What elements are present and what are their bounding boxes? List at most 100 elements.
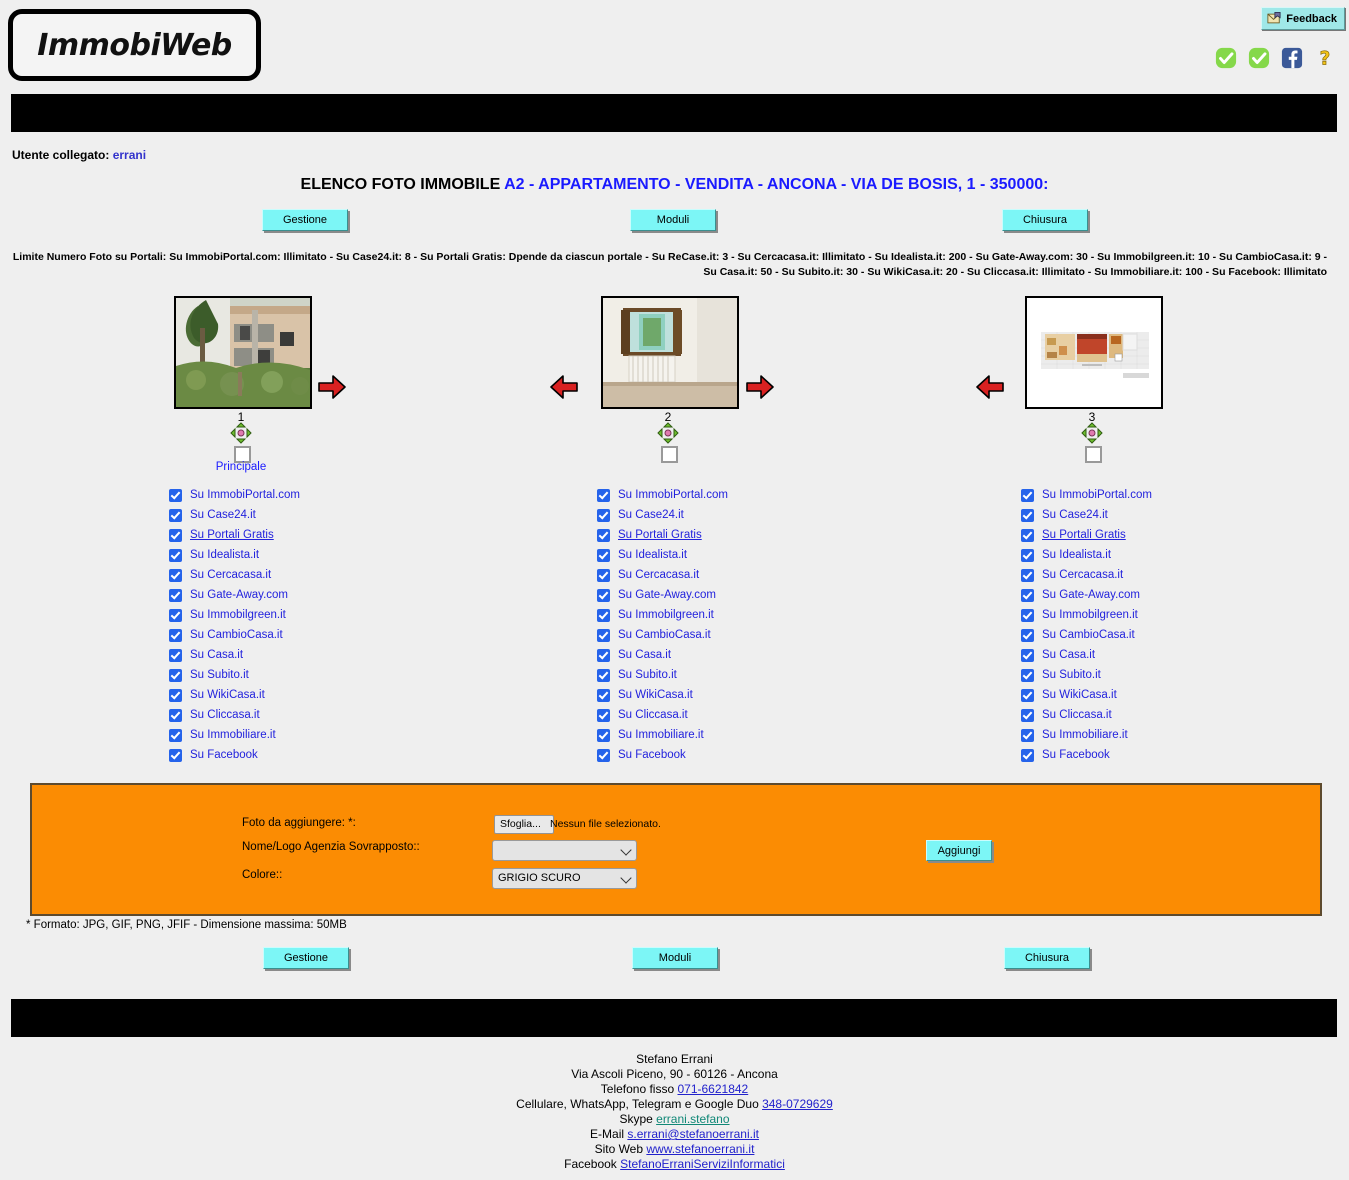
- browse-file-button[interactable]: Sfoglia...: [494, 815, 554, 834]
- portal-checkbox[interactable]: [169, 588, 182, 602]
- portal-checkbox[interactable]: [597, 688, 610, 702]
- portal-checkbox[interactable]: [169, 708, 182, 722]
- move-photo-left-arrow-icon[interactable]: [975, 374, 1005, 400]
- portal-checkbox[interactable]: [597, 568, 610, 582]
- footer-facebook-prefix: Facebook: [564, 1157, 621, 1171]
- footer-skype-prefix: Skype: [619, 1112, 657, 1126]
- footer-mobile-link[interactable]: 348-0729629: [762, 1097, 833, 1111]
- portal-checkbox[interactable]: [1021, 568, 1034, 582]
- portal-checkbox[interactable]: [169, 488, 182, 502]
- portal-checkbox[interactable]: [169, 608, 182, 622]
- portal-checkbox[interactable]: [597, 508, 610, 522]
- green-check-icon[interactable]: [1215, 47, 1237, 69]
- portal-checkbox[interactable]: [169, 728, 182, 742]
- photo-thumb-area: [881, 296, 1311, 416]
- portal-link-label[interactable]: Su Portali Gratis: [190, 529, 274, 541]
- footer-phone-link[interactable]: 071-6621842: [677, 1082, 748, 1096]
- portal-label: Su Cercacasa.it: [1042, 569, 1124, 581]
- portal-row: Su Case24.it: [1021, 505, 1152, 525]
- portal-checkbox[interactable]: [597, 668, 610, 682]
- portal-link-label[interactable]: Su Portali Gratis: [618, 529, 702, 541]
- color-select[interactable]: GRIGIO SCURO: [492, 868, 637, 889]
- portal-link-label[interactable]: Su Portali Gratis: [1042, 529, 1126, 541]
- move-photo-right-arrow-icon[interactable]: [745, 374, 775, 400]
- portal-checkbox[interactable]: [169, 688, 182, 702]
- portal-checkbox[interactable]: [597, 488, 610, 502]
- portal-label: Su Immobiliare.it: [618, 729, 704, 741]
- portal-checkbox[interactable]: [1021, 488, 1034, 502]
- portal-checkbox[interactable]: [1021, 728, 1034, 742]
- green-check-icon[interactable]: [1248, 47, 1270, 69]
- move-handle-icon[interactable]: [1081, 422, 1103, 444]
- portal-checkbox[interactable]: [597, 748, 610, 762]
- portal-checkbox[interactable]: [597, 708, 610, 722]
- portal-checkbox[interactable]: [1021, 588, 1034, 602]
- portal-checkbox[interactable]: [169, 548, 182, 562]
- portal-checkbox[interactable]: [169, 508, 182, 522]
- footer-skype-link[interactable]: errani.stefano: [656, 1112, 729, 1126]
- footer-facebook-link[interactable]: StefanoErraniServiziInformatici: [620, 1157, 785, 1171]
- portal-checkbox[interactable]: [1021, 628, 1034, 642]
- portal-label: Su CambioCasa.it: [190, 629, 283, 641]
- portal-checkbox[interactable]: [597, 728, 610, 742]
- move-photo-right-arrow-icon[interactable]: [317, 374, 347, 400]
- chiusura-button-bottom[interactable]: Chiusura: [1004, 947, 1090, 969]
- feedback-button[interactable]: Feedback: [1261, 7, 1345, 30]
- portal-checkbox[interactable]: [597, 588, 610, 602]
- portal-label: Su Idealista.it: [1042, 549, 1112, 561]
- portal-checkbox[interactable]: [1021, 708, 1034, 722]
- chiusura-button-top[interactable]: Chiusura: [1002, 209, 1088, 231]
- portal-row: Su CambioCasa.it: [1021, 625, 1152, 645]
- portal-checkbox[interactable]: [169, 568, 182, 582]
- portal-checkbox[interactable]: [597, 628, 610, 642]
- photo-thumbnail[interactable]: [1025, 296, 1163, 409]
- gestione-button-top[interactable]: Gestione: [262, 209, 348, 231]
- portal-label: Su Case24.it: [618, 509, 684, 521]
- portal-checkbox[interactable]: [597, 548, 610, 562]
- moduli-button-bottom[interactable]: Moduli: [632, 947, 718, 969]
- logged-user-name[interactable]: errani: [113, 148, 146, 162]
- portal-checkbox[interactable]: [169, 628, 182, 642]
- portal-checkbox[interactable]: [1021, 508, 1034, 522]
- gestione-button-bottom[interactable]: Gestione: [263, 947, 349, 969]
- room-with-window-photo: [603, 298, 737, 407]
- portal-label: Su WikiCasa.it: [190, 689, 265, 701]
- portal-checkbox[interactable]: [1021, 528, 1034, 542]
- footer-site-link[interactable]: www.stefanoerrani.it: [646, 1142, 754, 1156]
- portal-row: Su Immobiliare.it: [1021, 725, 1152, 745]
- portal-checkbox[interactable]: [169, 528, 182, 542]
- portal-checkbox[interactable]: [1021, 668, 1034, 682]
- portal-checkbox[interactable]: [597, 648, 610, 662]
- portal-row: Su CambioCasa.it: [169, 625, 300, 645]
- footer-email-link[interactable]: s.errani@stefanoerrani.it: [627, 1127, 759, 1141]
- aggiungi-button[interactable]: Aggiungi: [926, 840, 992, 861]
- portal-label: Su Facebook: [618, 749, 686, 761]
- agency-logo-select[interactable]: [492, 840, 637, 861]
- portal-checkbox[interactable]: [1021, 648, 1034, 662]
- portal-checkbox[interactable]: [597, 608, 610, 622]
- portal-row: Su Portali Gratis: [1021, 525, 1152, 545]
- principale-checkbox[interactable]: [661, 446, 678, 463]
- facebook-icon[interactable]: [1281, 47, 1303, 69]
- portal-checkbox[interactable]: [1021, 748, 1034, 762]
- portal-checkbox[interactable]: [597, 528, 610, 542]
- portal-label: Su Facebook: [190, 749, 258, 761]
- moduli-button-top[interactable]: Moduli: [630, 209, 716, 231]
- photo-thumbnail[interactable]: [174, 296, 312, 409]
- move-handle-icon[interactable]: [657, 422, 679, 444]
- portal-row: Su Cercacasa.it: [1021, 565, 1152, 585]
- help-question-icon[interactable]: ?: [1314, 47, 1336, 69]
- portal-checkbox[interactable]: [169, 648, 182, 662]
- portal-checkbox[interactable]: [169, 668, 182, 682]
- move-handle-icon[interactable]: [230, 422, 252, 444]
- move-photo-left-arrow-icon[interactable]: [549, 374, 579, 400]
- portal-checkbox[interactable]: [1021, 548, 1034, 562]
- footer-phone-prefix: Telefono fisso: [600, 1082, 678, 1096]
- portal-checkbox[interactable]: [1021, 688, 1034, 702]
- portal-checkbox[interactable]: [1021, 608, 1034, 622]
- portal-row: Su Facebook: [169, 745, 300, 765]
- photo-thumbnail[interactable]: [601, 296, 739, 409]
- footer-email-line: E-Mail s.errani@stefanoerrani.it: [0, 1127, 1349, 1142]
- principale-checkbox[interactable]: [1085, 446, 1102, 463]
- portal-checkbox[interactable]: [169, 748, 182, 762]
